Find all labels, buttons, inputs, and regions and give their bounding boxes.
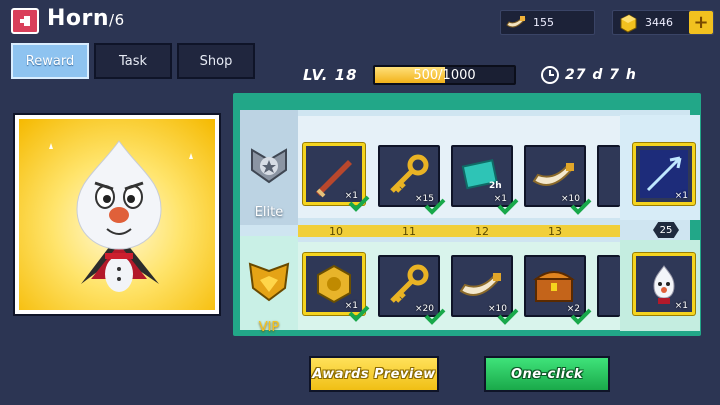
gold-currency-value: 3446 bbox=[645, 16, 673, 29]
level-number: 10 bbox=[329, 225, 343, 238]
reward-slot-partial[interactable] bbox=[597, 255, 620, 317]
title-count: /6 bbox=[109, 11, 125, 29]
horn-currency-icon bbox=[506, 15, 526, 27]
horn-currency-value: 155 bbox=[533, 16, 554, 29]
add-gold-button[interactable]: + bbox=[689, 11, 713, 34]
back-arrow-icon bbox=[20, 16, 30, 26]
elite-badge-icon bbox=[251, 148, 287, 184]
check-icon bbox=[497, 308, 519, 325]
reward-qty: ×1 bbox=[674, 191, 688, 201]
check-icon bbox=[348, 305, 370, 322]
reward-qty: ×1 bbox=[674, 301, 688, 311]
reward-slot[interactable]: ×15 bbox=[378, 145, 446, 215]
level-number: 13 bbox=[548, 225, 562, 238]
reward-slot[interactable]: ×20 bbox=[378, 255, 446, 325]
reward-slot-partial[interactable] bbox=[597, 145, 620, 207]
level-progress-bar: 500/1000 bbox=[373, 65, 516, 85]
vip-track-label: VIP bbox=[258, 320, 280, 335]
reward-preview-card bbox=[13, 113, 221, 316]
reward-slot[interactable]: ×10 bbox=[524, 145, 592, 215]
season-timer: 27 d 7 h bbox=[565, 67, 637, 83]
reward-slot[interactable]: 2h ×1 bbox=[451, 145, 519, 215]
check-icon bbox=[348, 195, 370, 212]
awards-preview-button[interactable]: Awards Preview bbox=[309, 356, 439, 392]
reward-slot[interactable]: ×10 bbox=[451, 255, 519, 325]
reward-slot[interactable]: ×1 bbox=[303, 143, 370, 212]
horn-currency: 155 bbox=[500, 10, 595, 35]
one-click-claim-button[interactable]: One-click bbox=[484, 356, 610, 392]
check-icon bbox=[570, 198, 592, 215]
level-label: LV. 18 bbox=[303, 66, 358, 84]
vip-badge-icon bbox=[248, 262, 290, 302]
milestone-level-badge: 25 bbox=[653, 222, 679, 238]
tab-task[interactable]: Task bbox=[94, 43, 172, 79]
snowman-character-image bbox=[49, 140, 193, 292]
tab-reward[interactable]: Reward bbox=[11, 43, 89, 79]
tab-shop[interactable]: Shop bbox=[177, 43, 255, 79]
level-progress-text: 500/1000 bbox=[413, 67, 476, 83]
check-icon bbox=[497, 198, 519, 215]
vip-track-header bbox=[240, 236, 298, 330]
milestone-reward-slot[interactable]: ×1 bbox=[633, 143, 695, 205]
check-icon bbox=[424, 198, 446, 215]
gold-currency: 3446 + bbox=[612, 10, 714, 35]
reward-slot[interactable]: ×2 bbox=[524, 255, 592, 325]
level-number: 11 bbox=[402, 225, 416, 238]
clock-icon bbox=[541, 66, 559, 84]
check-icon bbox=[570, 308, 592, 325]
check-icon bbox=[424, 308, 446, 325]
elite-track-label: Elite bbox=[254, 205, 284, 220]
reward-slot[interactable]: ×1 bbox=[303, 253, 370, 322]
milestone-reward-slot[interactable]: ×1 bbox=[633, 253, 695, 315]
exp-duration-tag: 2h bbox=[489, 181, 502, 191]
page-title: Horn/6 bbox=[47, 6, 125, 31]
level-number: 12 bbox=[475, 225, 489, 238]
back-button[interactable] bbox=[11, 8, 39, 34]
gold-block-icon bbox=[620, 13, 637, 33]
